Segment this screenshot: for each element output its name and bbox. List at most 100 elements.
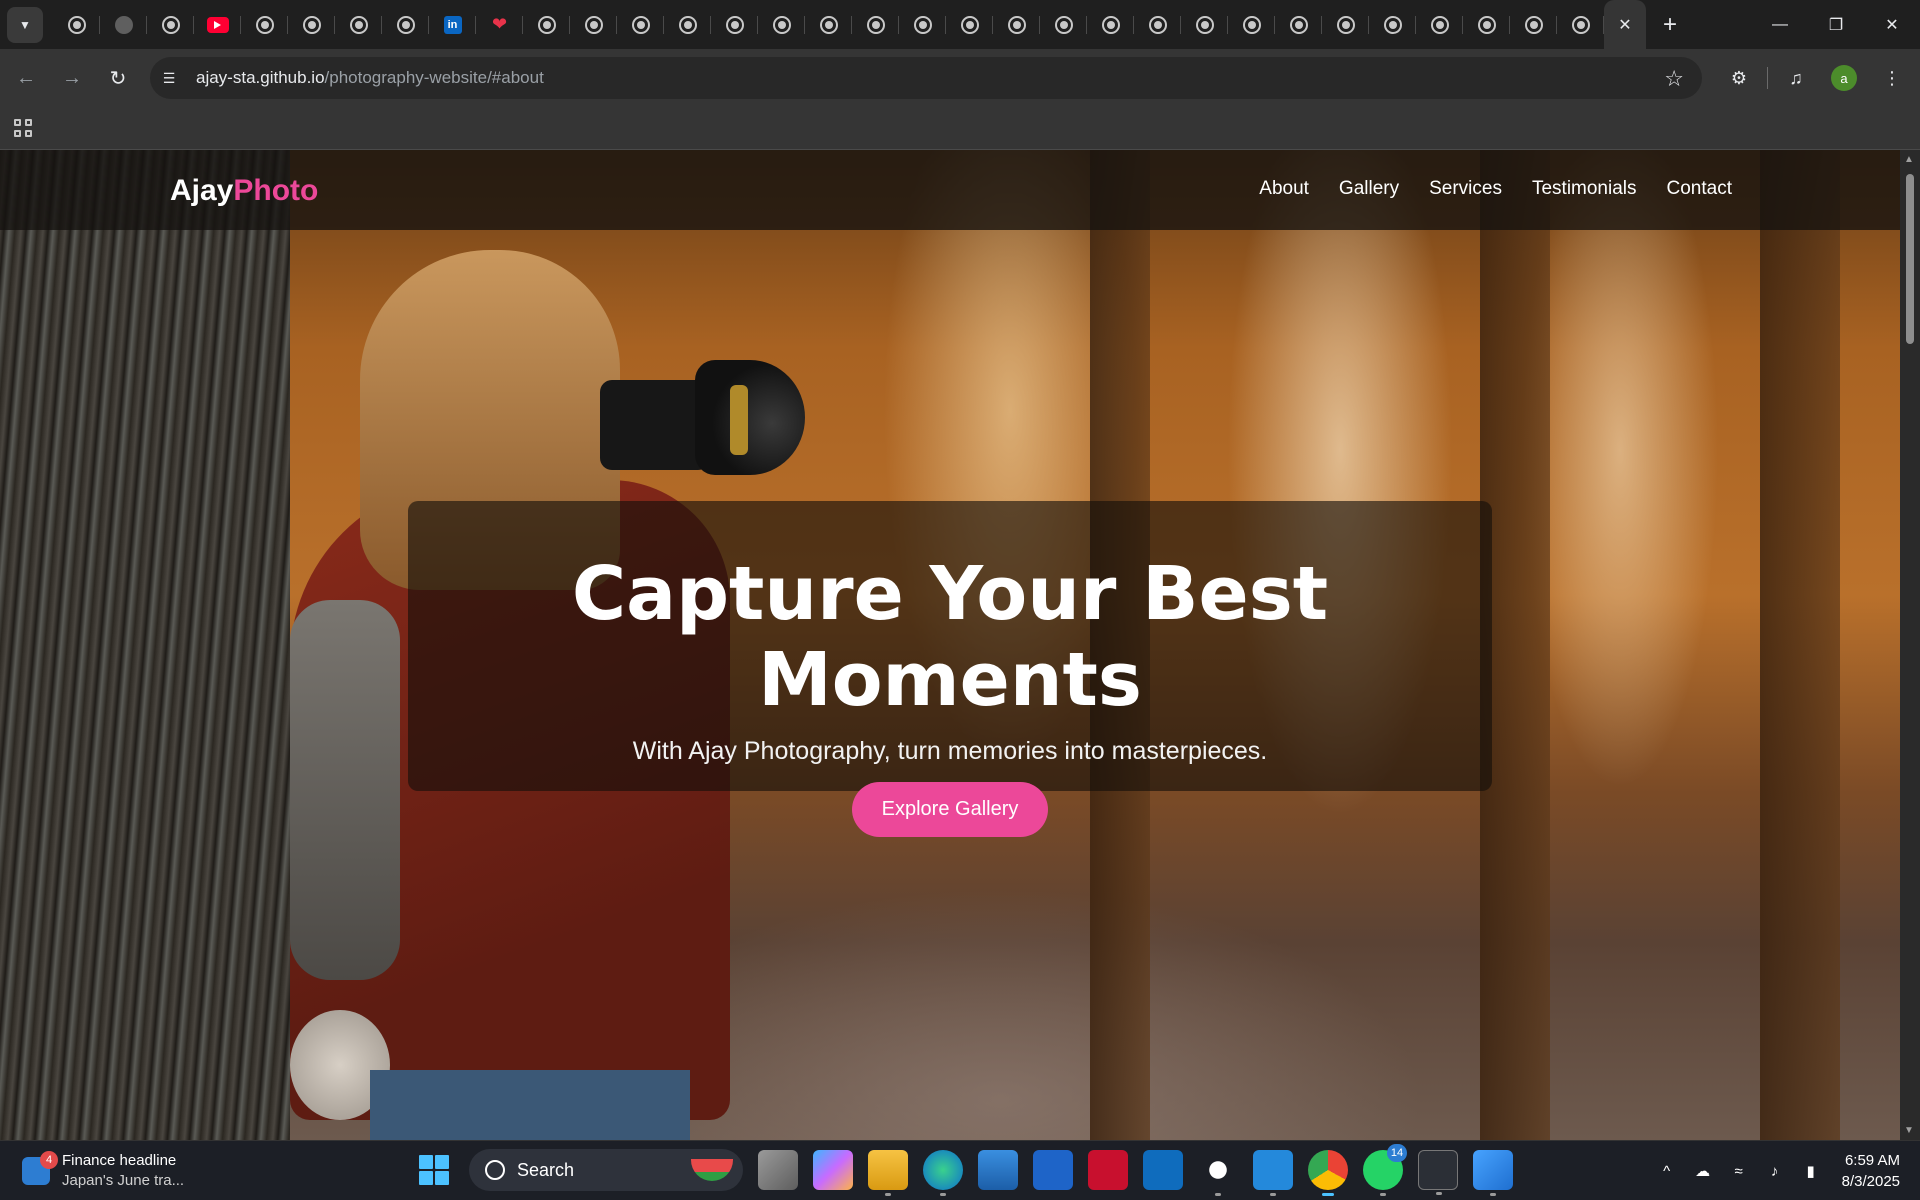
vscode-icon[interactable] [1253, 1150, 1293, 1196]
microsoft-store-icon[interactable] [978, 1150, 1018, 1190]
scroll-down-icon[interactable]: ▼ [1904, 1125, 1914, 1136]
taskbar-search[interactable]: Search [469, 1149, 743, 1191]
url-text[interactable]: ajay-sta.github.io/photography-website/#… [196, 68, 544, 88]
browser-tab[interactable] [1134, 0, 1181, 49]
browser-tab[interactable] [1275, 0, 1322, 49]
browser-tab[interactable] [617, 0, 664, 49]
chrome-icon[interactable] [1308, 1150, 1348, 1196]
page-scrollbar[interactable]: ▲ ▼ [1900, 150, 1920, 1140]
browser-tab[interactable] [758, 0, 805, 49]
browser-tab[interactable] [570, 0, 617, 49]
browser-tab[interactable]: ❤ [476, 0, 523, 49]
browser-tab[interactable] [241, 0, 288, 49]
back-button[interactable]: ← [6, 58, 46, 98]
media-control-icon[interactable]: ♫ [1776, 58, 1816, 98]
nav-link-contact[interactable]: Contact [1667, 178, 1732, 200]
url-path: /photography-website/#about [324, 68, 544, 87]
reload-button[interactable]: ↻ [98, 58, 138, 98]
wifi-icon[interactable]: ≈ [1728, 1160, 1750, 1182]
close-window-button[interactable]: ✕ [1864, 0, 1920, 49]
browser-tab[interactable] [664, 0, 711, 49]
copilot-icon[interactable] [813, 1150, 853, 1190]
extensions-icon[interactable]: ⚙ [1719, 58, 1759, 98]
browser-tab[interactable] [711, 0, 758, 49]
browser-tab[interactable] [1181, 0, 1228, 49]
news-widget[interactable]: 4 Finance headline Japan's June tra... [22, 1151, 184, 1191]
browser-tab[interactable]: in [429, 0, 476, 49]
browser-tab[interactable] [1416, 0, 1463, 49]
profile-button[interactable]: a [1824, 58, 1864, 98]
browser-tab[interactable] [382, 0, 429, 49]
browser-tab[interactable] [1510, 0, 1557, 49]
github-icon [114, 15, 133, 34]
bookmark-star-icon[interactable]: ☆ [1664, 66, 1684, 92]
outlook-icon[interactable] [1143, 1150, 1183, 1190]
mcafee-icon[interactable] [1088, 1150, 1128, 1190]
browser-tab[interactable] [993, 0, 1040, 49]
new-tab-button[interactable]: + [1652, 7, 1688, 43]
whatsapp-icon[interactable]: 14 [1363, 1144, 1407, 1196]
browser-tab[interactable] [805, 0, 852, 49]
globe-icon [678, 15, 697, 34]
browser-tab[interactable] [946, 0, 993, 49]
browser-tab[interactable] [1369, 0, 1416, 49]
nav-link-about[interactable]: About [1259, 178, 1309, 200]
close-icon[interactable]: ✕ [1618, 15, 1631, 35]
tab-search-button[interactable]: ▼ [7, 6, 43, 43]
avatar: a [1831, 65, 1857, 91]
chatgpt-icon[interactable] [1198, 1150, 1238, 1196]
active-browser-tab[interactable]: ✕ [1604, 0, 1646, 49]
browser-tab[interactable] [1040, 0, 1087, 49]
terminal-icon[interactable] [1418, 1150, 1458, 1195]
browser-tab[interactable] [100, 0, 147, 49]
forward-button[interactable]: → [52, 58, 92, 98]
bookmarks-bar [0, 107, 1920, 150]
nav-link-services[interactable]: Services [1429, 178, 1502, 200]
menu-kebab-icon[interactable]: ⋮ [1872, 58, 1912, 98]
browser-tab[interactable] [1322, 0, 1369, 49]
browser-toolbar: ← → ↻ ☰ ajay-sta.github.io/photography-w… [0, 49, 1920, 107]
browser-tab[interactable] [1463, 0, 1510, 49]
site-info-icon[interactable]: ☰ [158, 67, 180, 89]
battery-icon[interactable]: ▮ [1800, 1160, 1822, 1182]
widget-title: Finance headline [62, 1152, 177, 1169]
task-view-icon[interactable] [758, 1150, 798, 1190]
volume-icon[interactable]: ♪ [1764, 1160, 1786, 1182]
autodesk-icon[interactable] [1033, 1150, 1073, 1190]
hero-tree-trunk [0, 150, 290, 1140]
onedrive-cloud-icon[interactable]: ☁ [1692, 1160, 1714, 1182]
nav-link-testimonials[interactable]: Testimonials [1532, 178, 1637, 200]
start-button[interactable] [414, 1150, 454, 1190]
explore-gallery-button[interactable]: Explore Gallery [851, 782, 1049, 837]
site-logo[interactable]: AjayPhoto [170, 174, 318, 208]
browser-tab[interactable] [899, 0, 946, 49]
file-explorer-icon[interactable] [868, 1150, 908, 1196]
address-bar[interactable]: ☰ ajay-sta.github.io/photography-website… [150, 57, 1702, 99]
browser-tab[interactable] [53, 0, 100, 49]
minimize-button[interactable]: — [1752, 0, 1808, 49]
windows-taskbar: 4 Finance headline Japan's June tra... S… [0, 1140, 1920, 1200]
scrollbar-thumb[interactable] [1906, 174, 1914, 344]
toolbar-separator [1767, 67, 1768, 89]
globe-icon [161, 15, 180, 34]
browser-tab[interactable] [335, 0, 382, 49]
clock[interactable]: 6:59 AM 8/3/2025 [1842, 1150, 1900, 1192]
globe-icon [1242, 15, 1261, 34]
browser-tab[interactable] [147, 0, 194, 49]
browser-tab[interactable] [852, 0, 899, 49]
widgets-icon: 4 [22, 1151, 58, 1185]
browser-tab[interactable] [523, 0, 570, 49]
browser-tab[interactable] [288, 0, 335, 49]
browser-tab[interactable] [1087, 0, 1134, 49]
apps-grid-icon[interactable] [14, 119, 32, 137]
browser-tab[interactable] [194, 0, 241, 49]
scroll-up-icon[interactable]: ▲ [1904, 154, 1914, 165]
chevron-up-icon[interactable]: ^ [1656, 1160, 1678, 1182]
restore-button[interactable]: ❐ [1808, 0, 1864, 49]
nav-link-gallery[interactable]: Gallery [1339, 178, 1399, 200]
browser-tab[interactable] [1228, 0, 1275, 49]
photos-icon[interactable] [1473, 1150, 1513, 1196]
browser-tab[interactable] [1557, 0, 1604, 49]
edge-icon[interactable] [923, 1150, 963, 1196]
hero-subtitle: With Ajay Photography, turn memories int… [632, 737, 1268, 765]
